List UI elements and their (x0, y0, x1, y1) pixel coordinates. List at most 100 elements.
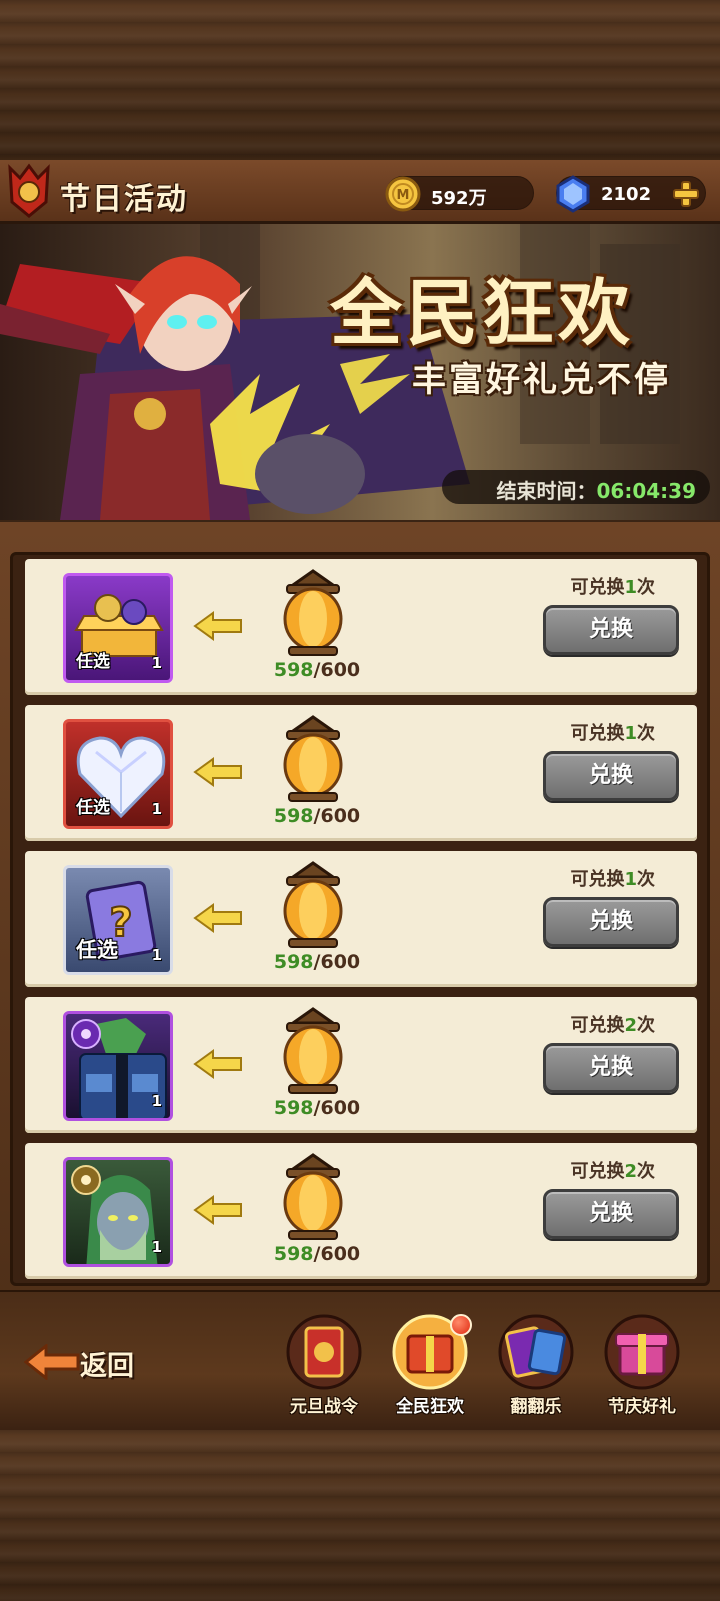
limit-count: 2 (624, 1161, 637, 1182)
banner-title: 全民狂欢 (330, 271, 635, 355)
tab-festival-gift[interactable]: 节庆好礼 (590, 1312, 694, 1422)
festival-gift-box-icon (604, 1314, 680, 1390)
tab-label: 翻翻乐 (510, 1397, 562, 1417)
tab-label: 元旦战令 (290, 1397, 358, 1417)
exchange-button[interactable]: 兑换 (543, 1189, 679, 1239)
item-select-tag: 任选 (76, 798, 110, 818)
gold-amount: 592万 (431, 188, 487, 209)
limit-prefix: 可兑换 (570, 869, 625, 890)
item-select-tag: 任选 (76, 652, 110, 672)
exchange-limit: 可兑换1次 (570, 719, 655, 745)
arrow-left-icon (193, 1049, 242, 1079)
limit-suffix: 次 (637, 1015, 655, 1036)
limit-prefix: 可兑换 (570, 1015, 625, 1036)
item-count: 1 (151, 1238, 162, 1256)
exchange-button[interactable]: 兑换 (543, 605, 679, 655)
tab-label: 节庆好礼 (608, 1397, 676, 1417)
lantern-icon (283, 1153, 343, 1240)
item-count: 1 (151, 946, 162, 964)
blue-gem-icon (556, 175, 590, 213)
reward-item[interactable]: 任选 1 (63, 719, 173, 829)
lantern-progress: 598/600 (257, 1097, 377, 1119)
exchange-row: 1 598/600 可兑换2次 兑换 (25, 1143, 697, 1279)
reward-item[interactable]: 1 (63, 1011, 173, 1121)
limit-suffix: 次 (637, 577, 655, 598)
back-label: 返回 (80, 1351, 134, 1382)
svg-text:M: M (397, 188, 410, 203)
lantern-icon (283, 569, 343, 656)
reward-item[interactable]: 1 (63, 1157, 173, 1267)
card-flip-icon (498, 1314, 574, 1390)
gem-amount: 2102 (601, 184, 652, 205)
back-button[interactable]: 返回 (24, 1340, 154, 1384)
lantern-progress: 598/600 (257, 951, 377, 973)
limit-suffix: 次 (637, 723, 655, 744)
end-time-countdown: 结束时间：06:04:39 (442, 470, 710, 504)
item-count: 1 (151, 800, 162, 818)
progress-current: 598 (273, 1243, 314, 1265)
tab-new-year-pass[interactable]: 元旦战令 (272, 1312, 376, 1422)
wood-frame-top (0, 0, 720, 160)
progress-total: /600 (313, 805, 361, 827)
progress-total: /600 (313, 1243, 361, 1265)
exchange-limit: 可兑换2次 (570, 1157, 655, 1183)
gold-coin-icon: M (385, 176, 421, 212)
gold-counter: M 592万 (385, 176, 534, 212)
item-count: 1 (151, 1092, 162, 1110)
end-time-label: 结束时间： (496, 479, 597, 503)
reward-item[interactable]: ? 任选 1 (63, 865, 173, 975)
progress-total: /600 (313, 659, 361, 681)
exchange-limit: 可兑换2次 (570, 1011, 655, 1037)
new-year-pass-icon (286, 1314, 362, 1390)
exchange-limit: 可兑换1次 (570, 865, 655, 891)
exchange-button[interactable]: 兑换 (543, 751, 679, 801)
limit-suffix: 次 (637, 869, 655, 890)
wood-frame-bottom (0, 1430, 720, 1601)
progress-total: /600 (313, 1097, 361, 1119)
exchange-list[interactable]: 任选 1 598/600 可兑换1次 兑换 任选 1 598/600 可兑换1次… (10, 552, 710, 1286)
page-title: 节日活动 (60, 182, 188, 217)
item-select-tag: 任选 (76, 938, 118, 962)
progress-current: 598 (273, 659, 314, 681)
event-banner: 全民狂欢 丰富好礼兑不停 结束时间：06:04:39 (0, 224, 720, 520)
tab-carnival[interactable]: 全民狂欢 (378, 1312, 482, 1422)
limit-count: 1 (624, 577, 637, 598)
limit-count: 1 (624, 869, 637, 890)
lantern-progress: 598/600 (257, 1243, 377, 1265)
add-gems-button[interactable] (671, 179, 701, 209)
lantern-icon (283, 715, 343, 802)
event-emblem-icon (8, 163, 50, 218)
progress-current: 598 (273, 805, 314, 827)
limit-prefix: 可兑换 (570, 723, 625, 744)
end-time-value: 06:04:39 (596, 479, 697, 503)
limit-prefix: 可兑换 (570, 1161, 625, 1182)
arrow-left-icon (193, 757, 242, 787)
tab-card-flip[interactable]: 翻翻乐 (484, 1312, 588, 1422)
exchange-button[interactable]: 兑换 (543, 897, 679, 947)
gem-counter: 2102 (556, 175, 706, 213)
progress-total: /600 (313, 951, 361, 973)
progress-current: 598 (273, 1097, 314, 1119)
limit-prefix: 可兑换 (570, 577, 625, 598)
reward-item[interactable]: 任选 1 (63, 573, 173, 683)
lantern-progress: 598/600 (257, 659, 377, 681)
lantern-progress: 598/600 (257, 805, 377, 827)
header-bar: 节日活动 M 592万 2102 (0, 160, 720, 224)
tab-label: 全民狂欢 (396, 1397, 464, 1417)
arrow-left-icon (193, 1195, 242, 1225)
banner-subtitle: 丰富好礼兑不停 (412, 360, 671, 400)
exchange-button[interactable]: 兑换 (543, 1043, 679, 1093)
exchange-row: ? 任选 1 598/600 可兑换1次 兑换 (25, 851, 697, 987)
notification-badge (450, 1314, 472, 1336)
arrow-left-icon (193, 903, 242, 933)
exchange-row: 任选 1 598/600 可兑换1次 兑换 (25, 705, 697, 841)
lantern-icon (283, 1007, 343, 1094)
limit-suffix: 次 (637, 1161, 655, 1182)
item-count: 1 (151, 654, 162, 672)
bottom-nav-bar: 返回 元旦战令 全民狂欢 翻翻乐 节庆好礼 (0, 1290, 720, 1430)
limit-count: 1 (624, 723, 637, 744)
progress-current: 598 (273, 951, 314, 973)
arrow-left-icon (193, 611, 242, 641)
exchange-row: 任选 1 598/600 可兑换1次 兑换 (25, 559, 697, 695)
limit-count: 2 (624, 1015, 637, 1036)
